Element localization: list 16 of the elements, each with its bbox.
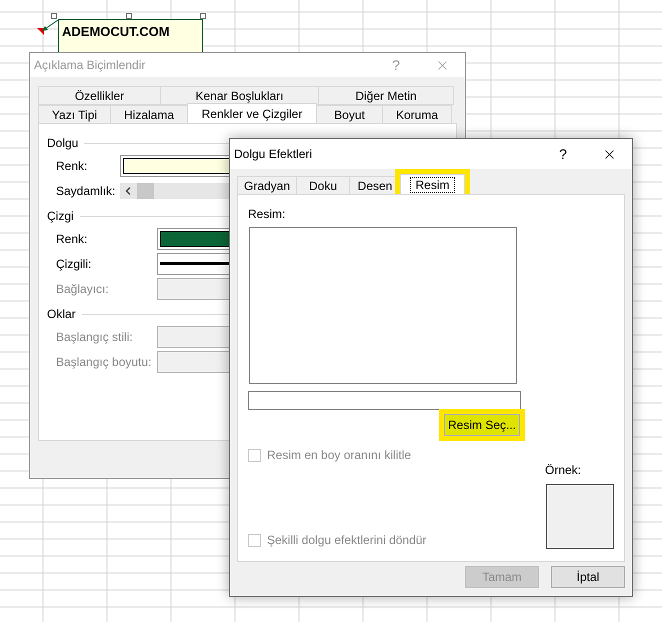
field-label: Bağlayıcı:	[56, 280, 110, 298]
field-label: Renk:	[56, 158, 88, 174]
field-label: Renk:	[56, 230, 88, 248]
field-label: Saydamlık:	[56, 182, 116, 200]
section-title: Dolgu	[47, 135, 78, 152]
comment-text: ADEMOCUT.COM	[62, 24, 170, 39]
picture-label: Resim:	[248, 206, 286, 223]
checkbox-label: Şekilli dolgu efektlerini döndür	[267, 532, 426, 549]
field-label: Başlangıç stili:	[56, 328, 134, 346]
checkbox-label: Resim en boy oranını kilitle	[267, 447, 412, 464]
window-title: Dolgu Efektleri	[234, 146, 314, 163]
section-title: Oklar	[47, 306, 76, 323]
field-label: Başlangıç boyutu:	[56, 354, 152, 370]
sample-label: Örnek:	[545, 462, 582, 479]
field-label: Çizgili:	[56, 256, 92, 272]
section-title: Çizgi	[47, 208, 74, 225]
